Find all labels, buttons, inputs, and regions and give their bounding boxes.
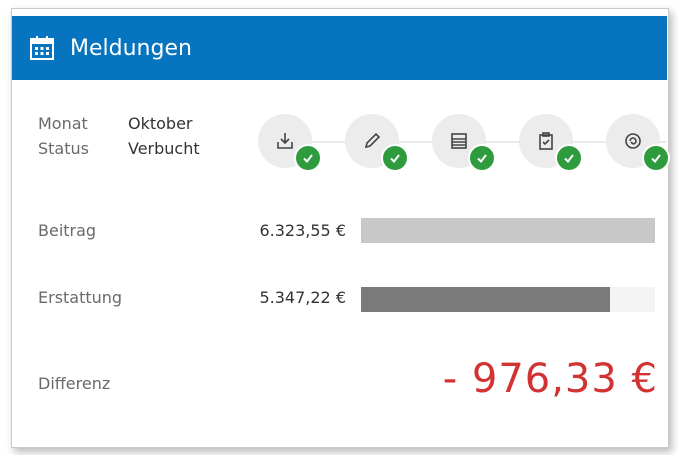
list-icon: [448, 130, 470, 152]
check-icon: [555, 144, 583, 172]
step-edit[interactable]: [345, 114, 409, 172]
download-icon: [274, 130, 296, 152]
check-icon: [642, 144, 670, 172]
monat-label: Monat: [38, 114, 88, 133]
beitrag-bar-fill: [361, 218, 655, 243]
erstattung-label: Erstattung: [38, 288, 123, 307]
status-steps: [256, 114, 676, 176]
beitrag-label: Beitrag: [38, 221, 97, 240]
differenz-value: - 976,33 €: [442, 356, 658, 402]
erstattung-amount: 5.347,22 €: [259, 288, 346, 307]
differenz-label: Differenz: [38, 374, 111, 393]
pencil-icon: [361, 130, 383, 152]
status-label: Status: [38, 139, 89, 158]
card-header: Meldungen: [12, 16, 667, 80]
beitrag-bar: [361, 218, 655, 243]
status-value: Verbucht: [128, 139, 200, 158]
meta-info: Monat Oktober Status Verbucht: [38, 111, 200, 161]
check-icon: [294, 144, 322, 172]
check-icon: [381, 144, 409, 172]
beitrag-amount: 6.323,55 €: [259, 221, 346, 240]
step-download[interactable]: [258, 114, 322, 172]
monat-value: Oktober: [128, 114, 193, 133]
cycle-icon: [622, 130, 644, 152]
step-clipboard[interactable]: [519, 114, 583, 172]
erstattung-bar: [361, 287, 655, 312]
calendar-icon: [28, 34, 56, 62]
step-cycle[interactable]: [606, 114, 670, 172]
clipboard-check-icon: [535, 130, 557, 152]
check-icon: [468, 144, 496, 172]
erstattung-bar-fill: [361, 287, 610, 312]
card-title: Meldungen: [70, 35, 192, 61]
step-list[interactable]: [432, 114, 496, 172]
